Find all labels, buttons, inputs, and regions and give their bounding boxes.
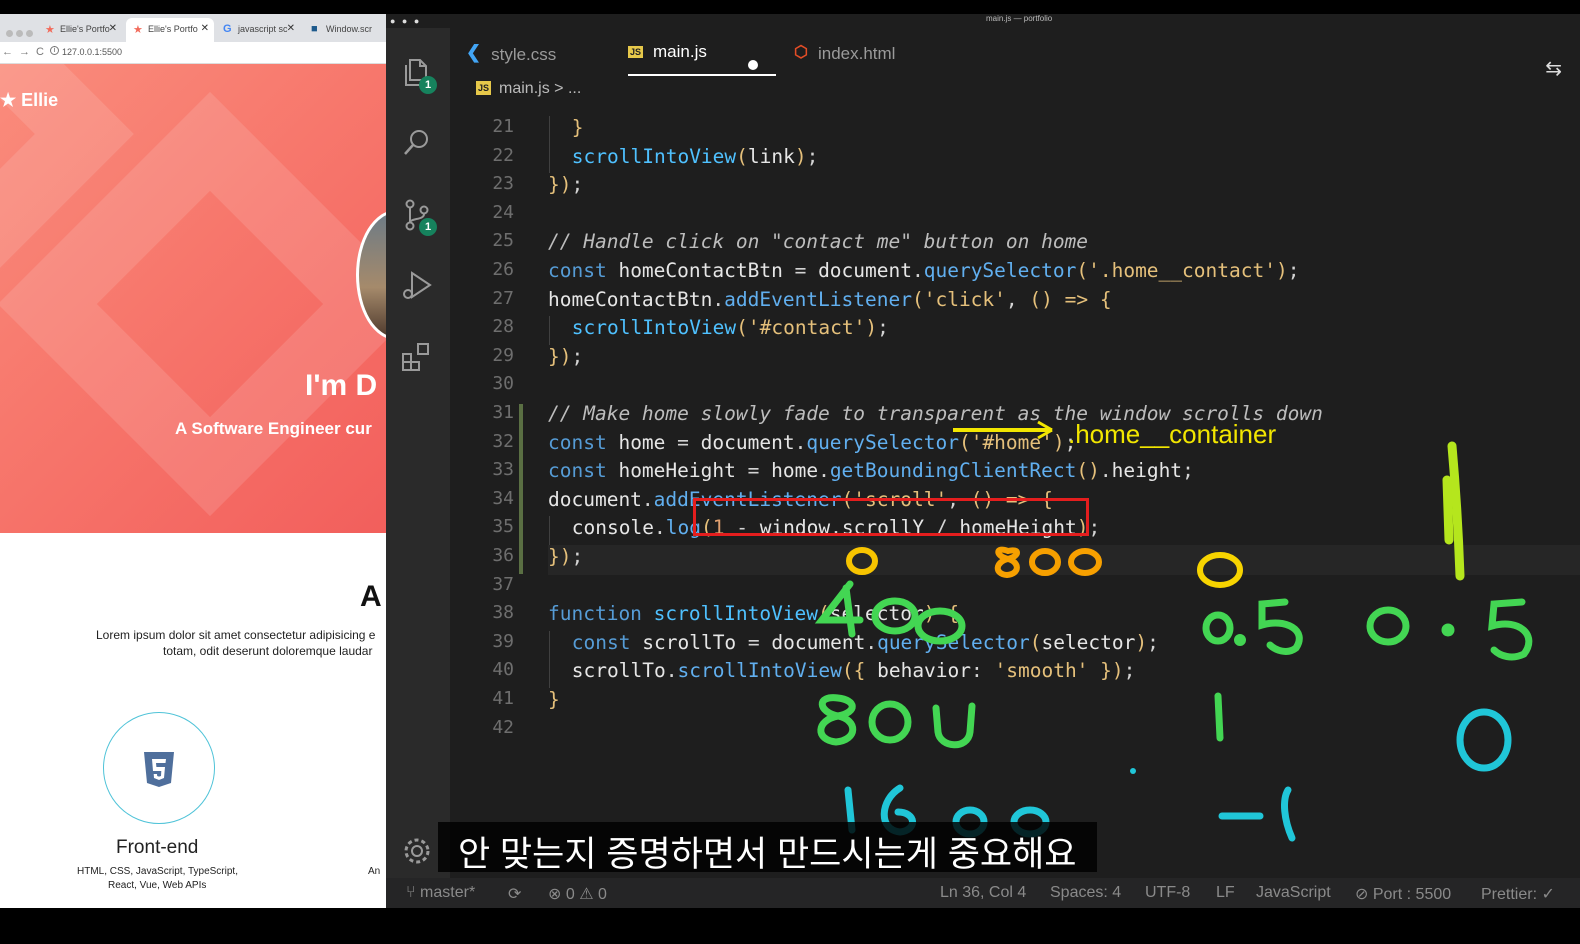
error-count: 0 xyxy=(565,886,575,903)
bottom-letterbox xyxy=(0,908,1580,944)
live-server-port[interactable]: ⊘ Port : 5500 xyxy=(1355,884,1451,904)
problems-indicator[interactable]: ⊗ 0 ⚠ 0 xyxy=(548,884,607,904)
warning-count: 0 xyxy=(598,886,607,903)
indentation[interactable]: Spaces: 4 xyxy=(1050,884,1121,902)
sync-icon[interactable]: ⟳ xyxy=(508,884,521,904)
note-0-yellow xyxy=(846,547,878,575)
warning-icon: ⚠ xyxy=(574,886,598,903)
note-0.5-right xyxy=(1366,598,1533,661)
status-bar: ⑂ master* ⟳ ⊗ 0 ⚠ 0 Ln 36, Col 4 Spaces:… xyxy=(386,878,1580,908)
branch-name: master* xyxy=(420,884,476,901)
line-ending[interactable]: LF xyxy=(1216,884,1235,902)
annotation-replacement-text: .home__container xyxy=(1068,419,1276,449)
note-800-green xyxy=(817,694,976,749)
prettier-status[interactable]: Prettier: ✓ xyxy=(1481,884,1555,904)
language-mode[interactable]: JavaScript xyxy=(1256,884,1331,902)
error-icon: ⊗ xyxy=(548,886,566,903)
note-0.5-left xyxy=(1202,598,1303,655)
note-400 xyxy=(814,580,966,645)
note-dot xyxy=(1130,768,1136,774)
handwritten-annotations: .home__container xyxy=(814,419,1533,842)
video-subtitle: 안 맞는지 증명하면서 만드시는게 중요해요 xyxy=(438,822,1097,874)
branch-indicator[interactable]: ⑂ master* xyxy=(406,884,475,902)
note-0-right xyxy=(1197,552,1243,588)
note-1-green xyxy=(1214,692,1224,742)
port-icon: ⊘ xyxy=(1355,886,1373,903)
git-branch-icon: ⑂ xyxy=(406,884,421,901)
note-1-lime xyxy=(1442,441,1465,581)
note-0-cyan xyxy=(1456,708,1512,772)
strikethrough-home-selector xyxy=(953,420,1053,440)
port-label: Port : 5500 xyxy=(1372,886,1452,903)
cursor-position[interactable]: Ln 36, Col 4 xyxy=(940,884,1026,902)
note-800 xyxy=(994,546,1102,579)
encoding[interactable]: UTF-8 xyxy=(1145,884,1190,902)
note-minus-1 xyxy=(1218,786,1296,842)
